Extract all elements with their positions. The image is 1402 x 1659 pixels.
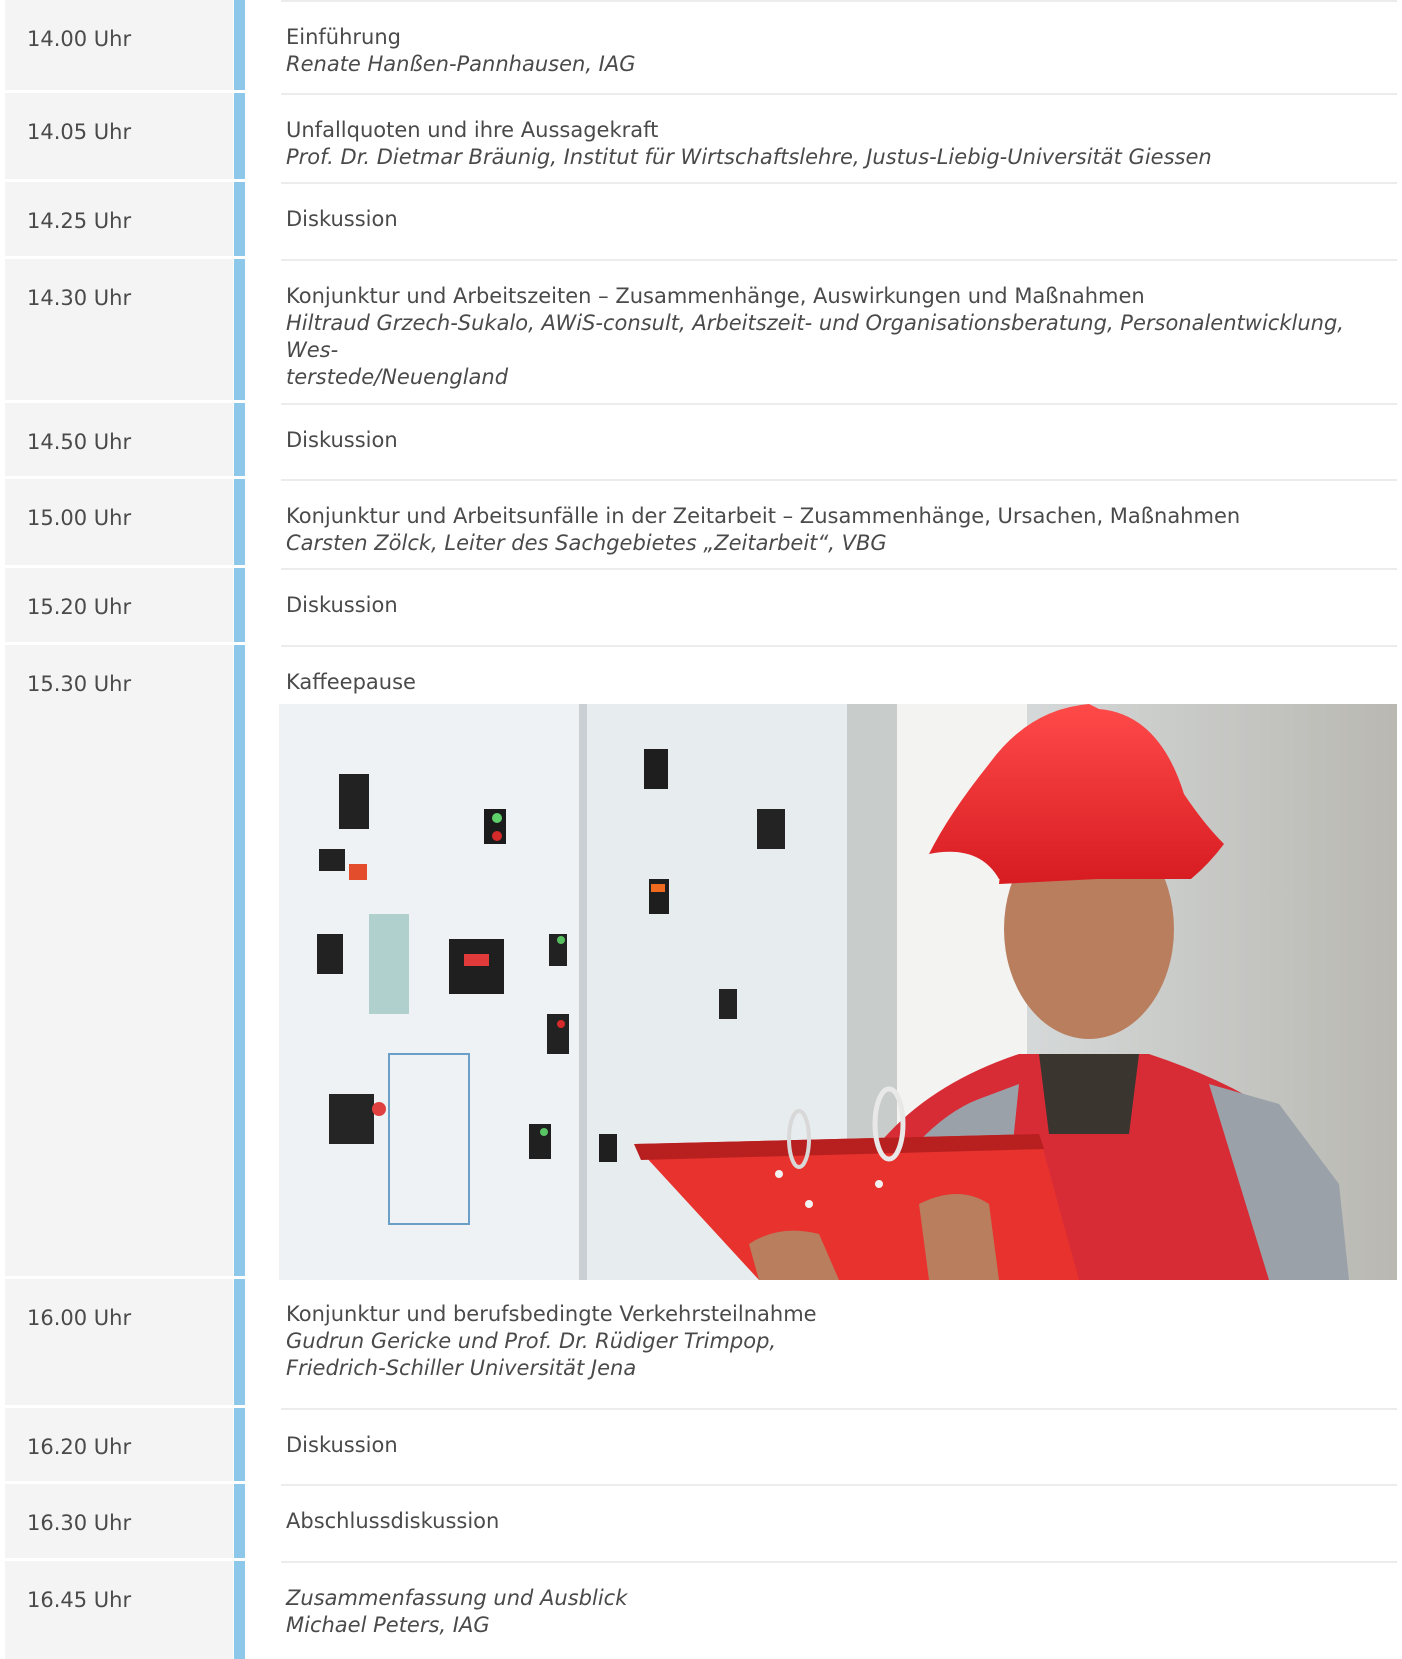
accent-bar xyxy=(234,479,245,565)
agenda-item: Diskussion xyxy=(281,568,1397,645)
accent-bar xyxy=(234,182,245,256)
time-label: 16.00 Uhr xyxy=(27,1306,132,1330)
time-label: 15.00 Uhr xyxy=(27,506,132,530)
time-label: 14.50 Uhr xyxy=(27,430,132,454)
time-cell: 15.20 Uhr xyxy=(5,568,233,642)
agenda-item: Unfallquoten und ihre Aussagekraft Prof.… xyxy=(281,93,1397,182)
agenda-speaker: Prof. Dr. Dietmar Bräunig, Institut für … xyxy=(286,145,1212,169)
agenda-title: Konjunktur und berufsbedingte Verkehrste… xyxy=(286,1302,817,1326)
time-label: 16.20 Uhr xyxy=(27,1435,132,1459)
time-label: 14.00 Uhr xyxy=(27,27,132,51)
time-cell: 15.30 Uhr xyxy=(5,645,233,1276)
agenda-speaker: Michael Peters, IAG xyxy=(286,1613,490,1637)
agenda-title: Konjunktur und Arbeitszeiten – Zusammenh… xyxy=(286,284,1145,308)
schedule-row: 16.00 Uhr Konjunktur und berufsbedingte … xyxy=(5,1279,1397,1408)
accent-bar xyxy=(234,645,245,1276)
agenda-speaker: Renate Hanßen-Pannhausen, IAG xyxy=(286,52,636,76)
time-cell: 16.30 Uhr xyxy=(5,1484,233,1558)
agenda-title: Konjunktur und Arbeitsunfälle in der Zei… xyxy=(286,504,1241,528)
schedule-row: 16.30 Uhr Abschlussdiskussion xyxy=(5,1484,1397,1561)
schedule-row: 14.30 Uhr Konjunktur und Arbeitszeiten –… xyxy=(5,259,1397,403)
time-cell: 14.50 Uhr xyxy=(5,403,233,476)
accent-bar xyxy=(234,93,245,179)
accent-bar xyxy=(234,0,245,90)
agenda-title: Einführung xyxy=(286,25,402,49)
schedule-row: 14.00 Uhr Einführung Renate Hanßen-Pannh… xyxy=(5,0,1397,93)
time-label: 16.45 Uhr xyxy=(27,1588,132,1612)
agenda-title: Diskussion xyxy=(286,1433,398,1457)
accent-bar xyxy=(234,568,245,642)
agenda-speaker: Hiltraud Grzech-Sukalo, AWiS-consult, Ar… xyxy=(286,311,1344,389)
agenda-item: Einführung Renate Hanßen-Pannhausen, IAG xyxy=(281,0,1397,93)
agenda-item: Diskussion xyxy=(281,182,1397,259)
agenda-item: Konjunktur und Arbeitszeiten – Zusammenh… xyxy=(281,259,1397,403)
schedule-row: 14.50 Uhr Diskussion xyxy=(5,403,1397,479)
agenda-title: Diskussion xyxy=(286,593,398,617)
time-cell: 16.00 Uhr xyxy=(5,1279,233,1405)
time-cell: 14.30 Uhr xyxy=(5,259,233,400)
time-label: 16.30 Uhr xyxy=(27,1511,132,1535)
agenda-title: Kaffeepause xyxy=(286,670,416,694)
time-label: 14.30 Uhr xyxy=(27,286,132,310)
agenda-speaker: Carsten Zölck, Leiter des Sachgebietes „… xyxy=(286,531,887,555)
accent-bar xyxy=(234,259,245,400)
schedule-row: 14.25 Uhr Diskussion xyxy=(5,182,1397,259)
time-label: 15.30 Uhr xyxy=(27,672,132,696)
time-cell: 14.25 Uhr xyxy=(5,182,233,256)
time-label: 14.25 Uhr xyxy=(27,209,132,233)
time-cell: 14.00 Uhr xyxy=(5,0,233,90)
accent-bar xyxy=(234,1561,245,1659)
time-cell: 16.20 Uhr xyxy=(5,1408,233,1481)
schedule-row: 14.05 Uhr Unfallquoten und ihre Aussagek… xyxy=(5,93,1397,182)
worker-photo xyxy=(279,704,1397,1280)
agenda-title: Zusammenfassung und Ausblick xyxy=(286,1586,628,1610)
agenda-item: Diskussion xyxy=(281,1408,1397,1484)
time-cell: 15.00 Uhr xyxy=(5,479,233,565)
accent-bar xyxy=(234,403,245,476)
agenda-item: Abschlussdiskussion xyxy=(281,1484,1397,1561)
agenda-item: Zusammenfassung und Ausblick Michael Pet… xyxy=(281,1561,1397,1659)
schedule-row: 15.20 Uhr Diskussion xyxy=(5,568,1397,645)
agenda-title: Unfallquoten und ihre Aussagekraft xyxy=(286,118,659,142)
time-cell: 16.45 Uhr xyxy=(5,1561,233,1659)
time-cell: 14.05 Uhr xyxy=(5,93,233,179)
agenda-item: Konjunktur und Arbeitsunfälle in der Zei… xyxy=(281,479,1397,568)
agenda-title: Diskussion xyxy=(286,207,398,231)
accent-bar xyxy=(234,1279,245,1405)
schedule-row: 16.20 Uhr Diskussion xyxy=(5,1408,1397,1484)
agenda-title: Abschlussdiskussion xyxy=(286,1509,500,1533)
accent-bar xyxy=(234,1408,245,1481)
time-label: 15.20 Uhr xyxy=(27,595,132,619)
schedule-row: 16.45 Uhr Zusammenfassung und Ausblick M… xyxy=(5,1561,1397,1659)
accent-bar xyxy=(234,1484,245,1558)
agenda-speaker: Gudrun Gericke und Prof. Dr. Rüdiger Tri… xyxy=(286,1329,777,1380)
time-label: 14.05 Uhr xyxy=(27,120,132,144)
agenda-item: Diskussion xyxy=(281,403,1397,479)
agenda-title: Diskussion xyxy=(286,428,398,452)
agenda-item: Konjunktur und berufsbedingte Verkehrste… xyxy=(281,1279,1397,1408)
schedule-row: 15.00 Uhr Konjunktur und Arbeitsunfälle … xyxy=(5,479,1397,568)
